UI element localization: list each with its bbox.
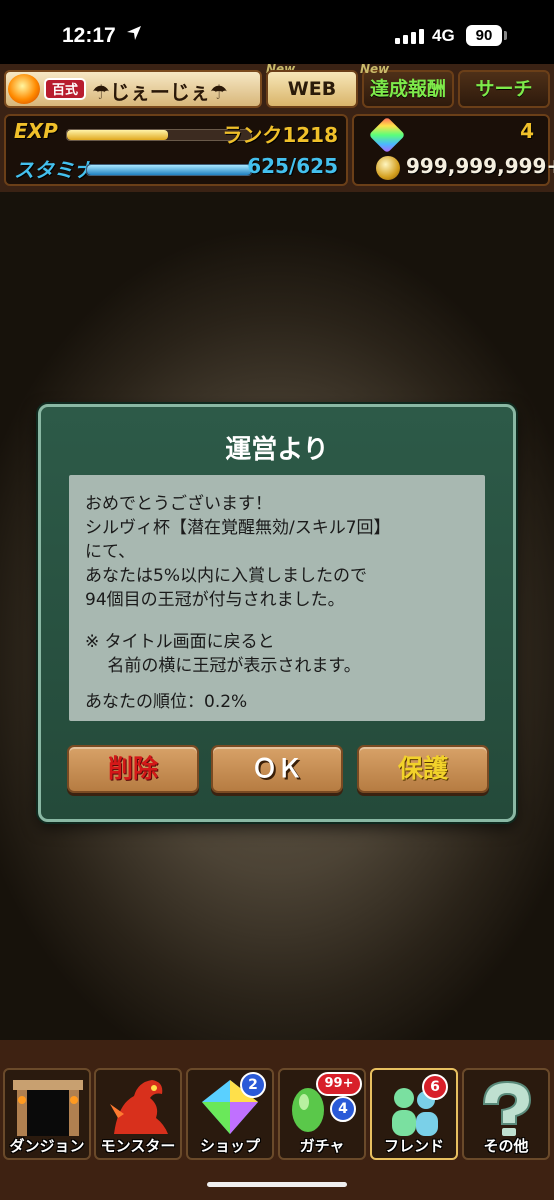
message-box: おめでとうございます！ シルヴィ杯【潜在覚醒無効/スキル7回】 にて、 あなたは… <box>69 475 485 721</box>
nav-shop[interactable]: 2 ショップ <box>186 1068 274 1160</box>
bottom-nav: ダンジョン モンスター 2 ショップ 99+ 4 ガチャ 6 フレンド その他 <box>0 1040 554 1200</box>
web-button[interactable]: WEB <box>266 70 358 108</box>
nav-label: フレンド <box>383 1137 444 1155</box>
coin-count: 999,999,999+ <box>406 154 554 178</box>
main-area: 運営より おめでとうございます！ シルヴィ杯【潜在覚醒無効/スキル7回】 にて、… <box>0 192 554 1040</box>
header-top-row: 百式 ☂じぇーじぇ☂ New WEB 達成報酬 New サーチ <box>4 62 550 110</box>
dialog-title: 運営より <box>225 435 329 465</box>
resources-panel: 4 999,999,999+ <box>352 114 554 186</box>
message-line: 94個目の王冠が付与されました。 <box>85 590 345 610</box>
magic-stone-count: 4 <box>520 119 534 143</box>
nav-label: その他 <box>483 1137 529 1155</box>
player-name-plate[interactable]: 百式 ☂じぇーじぇ☂ <box>4 70 262 108</box>
search-button[interactable]: サーチ <box>458 70 550 108</box>
delete-button[interactable]: 削除 <box>67 745 199 793</box>
protect-button[interactable]: 保護 <box>357 745 489 793</box>
status-time: 12:17 <box>62 24 116 47</box>
stamina-bar <box>86 164 252 176</box>
nav-label: ショップ <box>199 1137 260 1155</box>
message-line: ※ タイトル画面に戻ると <box>85 632 275 652</box>
nav-label: ガチャ <box>299 1137 345 1155</box>
shop-badge: 2 <box>240 1072 266 1098</box>
friend-badge: 6 <box>422 1074 448 1100</box>
stamina-label: スタミナ <box>14 158 94 182</box>
dungeon-gate-icon <box>13 1080 83 1136</box>
ok-button[interactable]: ＯＫ <box>211 745 343 793</box>
crest-icon <box>8 74 40 104</box>
question-mark-icon <box>482 1080 532 1136</box>
nav-label: ダンジョン <box>9 1137 85 1155</box>
nav-gacha[interactable]: 99+ 4 ガチャ <box>278 1068 366 1160</box>
red-dragon-icon <box>110 1080 168 1134</box>
gacha-badge-top: 99+ <box>316 1072 362 1096</box>
exp-fill <box>67 130 169 140</box>
stats-panel: EXP ランク1218 スタミナ 625/625 <box>4 114 348 186</box>
status-bar: 12:17 4G 90 <box>0 0 554 64</box>
nav-other[interactable]: その他 <box>462 1068 550 1160</box>
message-line: シルヴィ杯【潜在覚醒無効/スキル7回】 <box>85 518 391 538</box>
message-line: にて、 <box>85 542 136 562</box>
rank-badge: 百式 <box>44 78 86 100</box>
stamina-value: 625/625 <box>247 154 338 178</box>
message-line: あなたは5%以内に入賞しましたので <box>85 566 367 586</box>
battery-tip <box>504 31 507 40</box>
rank-result: あなたの順位：0.2% <box>85 692 248 712</box>
location-arrow-icon <box>127 26 141 40</box>
battery-icon: 90 <box>466 25 502 46</box>
stamina-fill <box>87 165 251 175</box>
player-name: ☂じぇーじぇ☂ <box>92 80 228 104</box>
exp-label: EXP <box>14 119 58 143</box>
nav-label: モンスター <box>100 1137 176 1155</box>
notice-dialog: 運営より おめでとうございます！ シルヴィ杯【潜在覚醒無効/スキル7回】 にて、… <box>38 404 516 822</box>
message-line: おめでとうございます！ <box>85 494 272 514</box>
nav-monster[interactable]: モンスター <box>94 1068 182 1160</box>
gacha-badge-bottom: 4 <box>330 1096 356 1122</box>
game-header: 百式 ☂じぇーじぇ☂ New WEB 達成報酬 New サーチ EXP ランク1… <box>0 62 554 192</box>
nav-dungeon[interactable]: ダンジョン <box>3 1068 91 1160</box>
network-type: 4G <box>432 26 455 45</box>
nav-friend[interactable]: 6 フレンド <box>370 1068 458 1160</box>
home-indicator <box>207 1182 347 1187</box>
message-line: 名前の横に王冠が表示されます。 <box>85 656 361 676</box>
magic-stone-icon <box>368 116 406 154</box>
rank-value: ランク1218 <box>222 123 338 147</box>
coin-icon <box>376 156 400 180</box>
signal-icon <box>395 29 424 44</box>
new-tag-achievement: New <box>360 62 390 76</box>
